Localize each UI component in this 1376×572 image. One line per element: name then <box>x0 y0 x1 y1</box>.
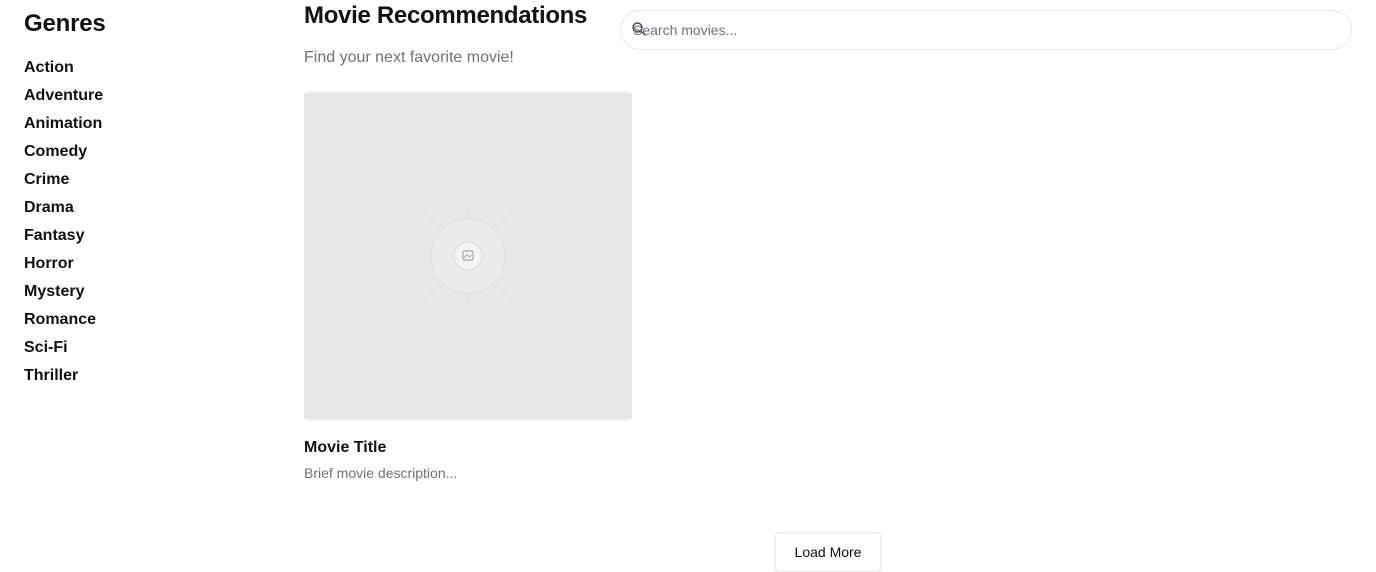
movie-card[interactable]: Movie Title Brief movie description... <box>304 92 632 482</box>
movie-title: Movie Title <box>304 439 387 456</box>
genre-item-thriller[interactable]: Thriller <box>24 362 264 390</box>
sidebar-title: Genres <box>24 10 106 37</box>
genre-item-mystery[interactable]: Mystery <box>24 278 264 306</box>
page-header: Movie Recommendations Find your next fav… <box>304 2 587 68</box>
movie-description: Brief movie description... <box>304 465 458 481</box>
search-input[interactable] <box>633 11 1339 49</box>
genre-item-drama[interactable]: Drama <box>24 194 264 222</box>
page-subtitle: Find your next favorite movie! <box>304 49 514 66</box>
movie-poster <box>304 92 632 420</box>
genre-item-comedy[interactable]: Comedy <box>24 138 264 166</box>
genre-list: Action Adventure Animation Comedy Crime … <box>24 54 264 390</box>
genre-sidebar: Genres Action Adventure Animation Comedy… <box>24 8 264 390</box>
genre-item-romance[interactable]: Romance <box>24 306 264 334</box>
genre-item-fantasy[interactable]: Fantasy <box>24 222 264 250</box>
genre-item-animation[interactable]: Animation <box>24 110 264 138</box>
genre-item-crime[interactable]: Crime <box>24 166 264 194</box>
genre-item-adventure[interactable]: Adventure <box>24 82 264 110</box>
image-placeholder-icon <box>418 208 518 304</box>
genre-item-action[interactable]: Action <box>24 54 264 82</box>
genre-item-sci-fi[interactable]: Sci-Fi <box>24 334 264 362</box>
search-bar <box>620 10 1352 50</box>
load-more-button[interactable]: Load More <box>775 532 881 572</box>
genre-item-horror[interactable]: Horror <box>24 250 264 278</box>
page-title: Movie Recommendations <box>304 2 588 29</box>
